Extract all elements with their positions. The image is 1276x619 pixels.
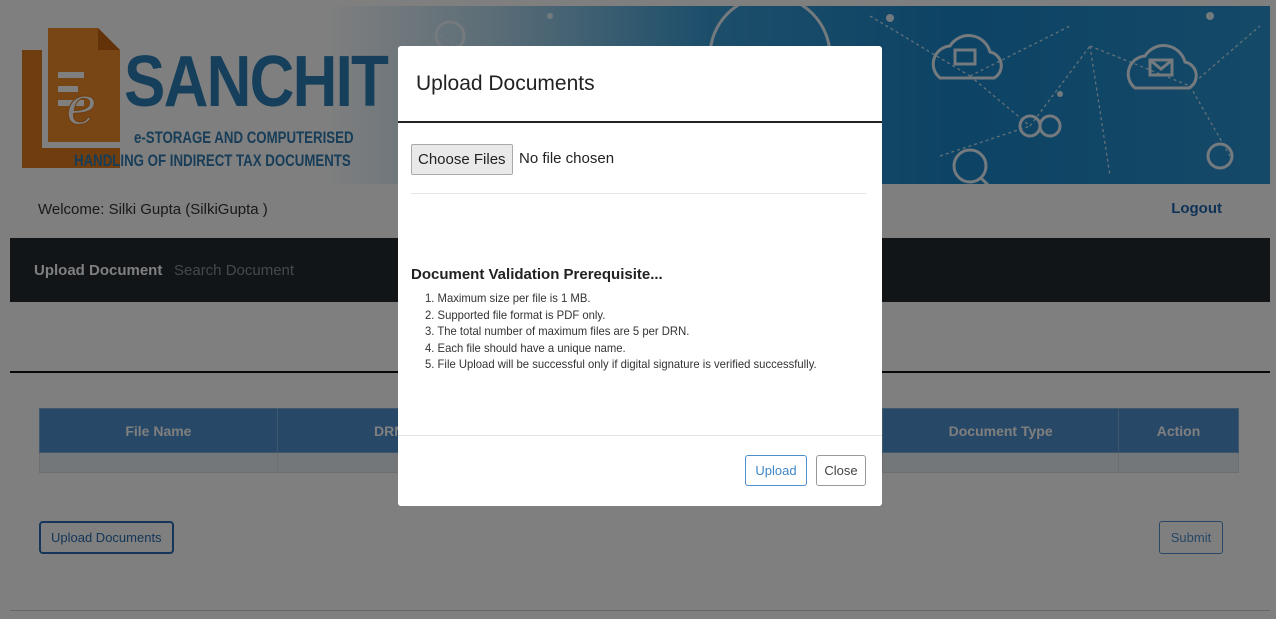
modal-header: Upload Documents <box>398 46 882 123</box>
validation-title: Document Validation Prerequisite... <box>411 266 663 283</box>
modal-title: Upload Documents <box>416 72 595 95</box>
upload-documents-modal: Upload Documents Choose Files No file ch… <box>398 46 882 506</box>
validation-item: 2. Supported file format is PDF only. <box>425 307 606 322</box>
file-input-separator <box>411 193 866 194</box>
validation-list: 1. Maximum size per file is 1 MB. 2. Sup… <box>425 290 881 373</box>
app-window: e SANCHIT e-STORAGE AND COMPUTERISED HAN… <box>0 0 1276 619</box>
validation-item: 4. Each file should have a unique name. <box>425 340 626 355</box>
validation-item: 5. File Upload will be successful only i… <box>425 357 817 371</box>
modal-footer: Upload Close <box>398 435 882 506</box>
modal-upload-button[interactable]: Upload <box>745 455 807 486</box>
file-status-text: No file chosen <box>519 150 615 167</box>
validation-item: 3. The total number of maximum files are… <box>425 324 690 338</box>
modal-close-button[interactable]: Close <box>816 455 866 486</box>
validation-item: 1. Maximum size per file is 1 MB. <box>425 291 591 305</box>
choose-files-button[interactable]: Choose Files <box>411 144 513 175</box>
